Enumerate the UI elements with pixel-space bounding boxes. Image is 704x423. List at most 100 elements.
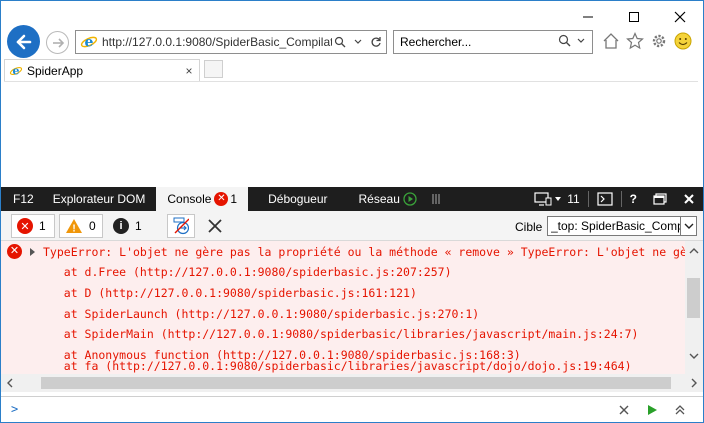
tab-dom-explorer-label: Explorateur DOM: [52, 192, 146, 206]
help-button[interactable]: ?: [622, 187, 645, 211]
console-icon: [597, 192, 613, 206]
search-dropdown-icon[interactable]: [576, 35, 586, 49]
tab-console-label: Console: [167, 192, 212, 206]
forward-icon: [52, 37, 64, 48]
search-icon[interactable]: [332, 34, 348, 50]
page-content: [4, 81, 698, 187]
chevron-down-icon[interactable]: [680, 217, 696, 235]
devtools-more-tabs[interactable]: [428, 187, 444, 211]
tab-title: SpiderApp: [27, 63, 84, 78]
back-button[interactable]: [7, 25, 40, 58]
console-input[interactable]: >: [1, 396, 703, 422]
svg-text:!: !: [72, 224, 75, 235]
emulation-count: 11: [567, 192, 580, 206]
stack-line: at D (http://127.0.0.1:9080/spiderbasic.…: [43, 286, 417, 300]
devtools-f12-label: F12: [1, 187, 42, 211]
favorites-icon[interactable]: [625, 31, 645, 51]
horizontal-scrollbar[interactable]: [1, 374, 703, 392]
close-devtools-button[interactable]: [675, 187, 703, 211]
error-icon: ✕: [17, 218, 33, 234]
errors-filter[interactable]: ✕ 1: [11, 214, 55, 238]
stack-line: at fa (http://127.0.0.1:9080/spiderbasic…: [43, 359, 632, 373]
error-icon: ✕: [7, 244, 22, 259]
browser-window: e http://127.0.0.1:9080/SpiderBasic_Comp…: [0, 0, 704, 423]
messages-count: 1: [135, 219, 142, 233]
back-icon: [16, 34, 31, 49]
expand-arrow-icon[interactable]: [30, 248, 35, 256]
help-label: ?: [629, 192, 637, 206]
tab-spiderapp[interactable]: e SpiderApp ×: [4, 59, 200, 81]
target-select[interactable]: _top: SpiderBasic_Compil: [547, 216, 697, 236]
search-icon[interactable]: [558, 34, 576, 50]
undock-icon: [653, 193, 667, 205]
ie-icon: e: [9, 64, 23, 77]
stack-line: at d.Free (http://127.0.0.1:9080/spiderb…: [43, 265, 452, 279]
tab-network[interactable]: Réseau: [339, 187, 428, 211]
clear-console-icon[interactable]: [206, 217, 224, 235]
minimize-icon: [583, 16, 593, 18]
undock-button[interactable]: [645, 187, 675, 211]
scroll-up-icon[interactable]: [685, 244, 703, 258]
tab-network-label: Réseau: [358, 192, 400, 206]
stack-line: at SpiderLaunch (http://127.0.0.1:9080/s…: [43, 307, 480, 321]
address-dropdown-icon[interactable]: [350, 34, 366, 50]
ie-icon: e: [80, 35, 98, 51]
browser-toolbar: [601, 31, 693, 51]
error-icon: ✕: [214, 192, 229, 206]
console-output: ✕ TypeError: L'objet ne gère pas la prop…: [1, 241, 703, 395]
tab-console[interactable]: Console ✕ 1: [156, 187, 249, 211]
f12-label: F12: [13, 192, 34, 206]
search-box[interactable]: Rechercher...: [393, 30, 593, 54]
error-message: TypeError: L'objet ne gère pas la propri…: [43, 245, 704, 259]
scroll-down-icon[interactable]: [685, 349, 703, 363]
console-toolbar: ✕ 1 ! 0 i 1 Cible _top: SpiderBasic_Comp…: [1, 211, 703, 241]
more-tabs-icon: [432, 194, 440, 204]
prompt-symbol: >: [11, 402, 19, 416]
close-icon: [684, 194, 694, 204]
console-toggle-button[interactable]: [589, 187, 621, 211]
stack-line: at SpiderMain (http://127.0.0.1:9080/spi…: [43, 327, 639, 341]
emulation-button[interactable]: 11: [526, 187, 587, 211]
scrollbar-thumb[interactable]: [41, 377, 671, 389]
refresh-icon[interactable]: [368, 34, 384, 50]
tab-debugger-label: Débogueur: [268, 192, 328, 206]
target-value: _top: SpiderBasic_Compil: [551, 219, 680, 233]
close-tab-icon[interactable]: ×: [183, 64, 195, 78]
tab-strip: e SpiderApp ×: [1, 57, 703, 81]
devtools-right-controls: 11 ?: [526, 187, 703, 211]
expand-multiline-icon[interactable]: [674, 404, 686, 416]
console-error-count: 1: [230, 192, 238, 206]
play-icon: [403, 192, 417, 206]
clear-on-navigate-button[interactable]: [167, 214, 195, 238]
address-bar[interactable]: e http://127.0.0.1:9080/SpiderBasic_Comp…: [75, 30, 387, 54]
tab-debugger[interactable]: Débogueur: [248, 187, 338, 211]
tools-icon[interactable]: [649, 31, 669, 51]
new-tab-button[interactable]: [204, 60, 223, 78]
smiley-icon[interactable]: [673, 31, 693, 51]
close-icon: [674, 11, 686, 23]
tab-dom-explorer[interactable]: Explorateur DOM: [42, 187, 157, 211]
devtools-tabbar: F12 Explorateur DOM Console ✕ 1 Débogueu…: [1, 187, 703, 211]
monitor-icon: [534, 192, 552, 206]
close-window-button[interactable]: [657, 1, 703, 33]
warning-icon: !: [66, 219, 82, 235]
search-input[interactable]: Rechercher...: [394, 35, 558, 49]
scroll-right-icon[interactable]: [687, 374, 701, 392]
warnings-filter[interactable]: ! 0: [59, 214, 103, 238]
info-icon: i: [113, 218, 129, 234]
minimize-button[interactable]: [565, 1, 611, 33]
forward-button[interactable]: [46, 31, 69, 54]
messages-filter[interactable]: i 1: [107, 214, 157, 238]
scroll-left-icon[interactable]: [3, 374, 17, 392]
maximize-button[interactable]: [611, 1, 657, 33]
address-url[interactable]: http://127.0.0.1:9080/SpiderBasic_Compil…: [98, 35, 332, 49]
vertical-scrollbar[interactable]: [685, 241, 703, 374]
run-icon[interactable]: [646, 404, 658, 416]
home-icon[interactable]: [601, 31, 621, 51]
error-entry: ✕ TypeError: L'objet ne gère pas la prop…: [1, 241, 701, 374]
svg-text:e: e: [13, 64, 20, 77]
target-label: Cible: [515, 220, 543, 234]
clear-input-icon[interactable]: [618, 404, 630, 416]
scrollbar-thumb[interactable]: [687, 278, 700, 318]
clear-on-navigate-icon: [173, 217, 189, 235]
